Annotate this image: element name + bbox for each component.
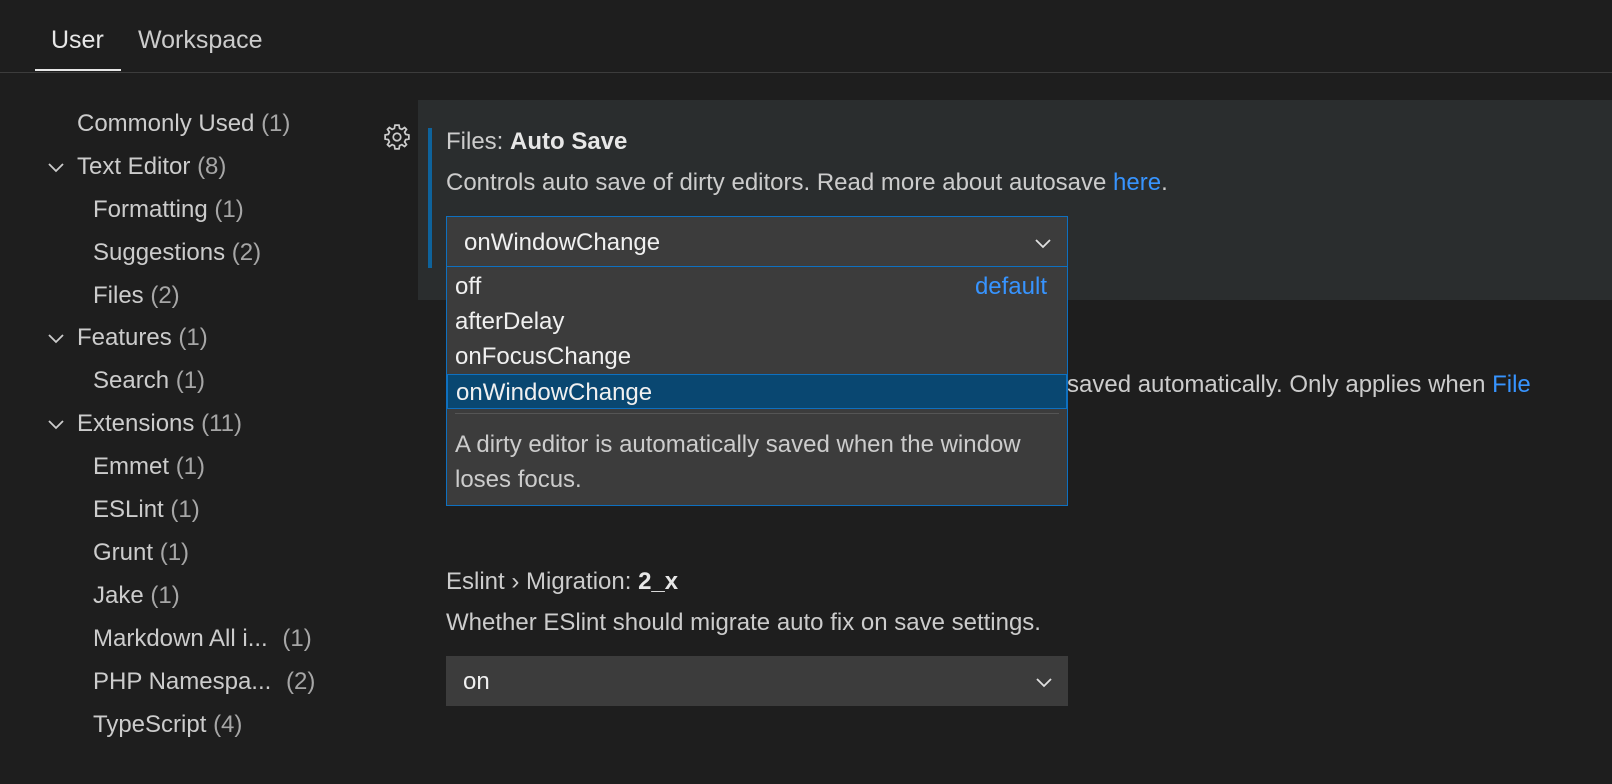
tab-user[interactable]: User — [51, 26, 104, 55]
setting-description-auto-save: Controls auto save of dirty editors. Rea… — [446, 169, 1168, 197]
toc-item-label: Formatting — [93, 196, 208, 223]
toc-item-count: (1) — [159, 539, 190, 566]
auto-save-dropdown: off default afterDelay onFocusChange onW… — [446, 266, 1068, 506]
toc-item-count: (1) — [261, 110, 291, 137]
toc-item-count: (2) — [150, 282, 180, 309]
focus-indicator — [428, 128, 432, 268]
option-label: afterDelay — [455, 308, 565, 335]
toc-item-count: (11) — [201, 410, 242, 437]
toc-item-search[interactable]: Search (1) — [93, 367, 205, 395]
toc-item-label: TypeScript — [93, 711, 207, 738]
toc-item-jake[interactable]: Jake (1) — [93, 582, 180, 610]
partial-description-text: saved automatically. Only applies when — [1067, 371, 1493, 398]
chevron-down-icon — [1035, 239, 1051, 249]
toc-item-count: (2) — [231, 239, 262, 266]
toc-item-label: Jake — [93, 582, 144, 609]
setting-description-partial: saved automatically. Only applies when F… — [1067, 371, 1531, 399]
dropdown-option-on-focus-change[interactable]: onFocusChange — [447, 339, 1067, 374]
toc-item-formatting[interactable]: Formatting (1) — [93, 196, 244, 224]
toc-item-count: (4) — [213, 711, 243, 738]
option-label: off — [455, 273, 482, 300]
toc-item-label: Search — [93, 367, 170, 394]
dropdown-option-after-delay[interactable]: afterDelay — [447, 304, 1067, 339]
toc-item-label: Extensions — [77, 410, 195, 437]
default-badge: default — [974, 273, 1047, 300]
setting-category: Eslint › Migration: — [446, 568, 639, 595]
toc-item-files[interactable]: Files (2) — [93, 282, 180, 310]
auto-save-select-value: onWindowChange — [464, 229, 661, 256]
settings-scope-tabs: User Workspace — [0, 0, 1612, 73]
toc-item-count: (1) — [178, 324, 208, 351]
option-description: A dirty editor is automatically saved wh… — [455, 431, 1021, 493]
setting-category: Files: — [446, 128, 511, 155]
toc-item-label: Grunt — [93, 539, 154, 566]
description-period: . — [1161, 169, 1168, 196]
toc-item-commonly-used[interactable]: Commonly Used (1) — [77, 110, 290, 138]
toc-item-label: ESLint — [93, 496, 164, 523]
setting-title-auto-save: Files: Auto Save — [446, 128, 627, 156]
option-label: onWindowChange — [456, 379, 653, 406]
auto-save-select[interactable]: onWindowChange — [446, 216, 1068, 268]
toc-item-suggestions[interactable]: Suggestions (2) — [93, 239, 261, 267]
toc-item-count: (1) — [175, 367, 206, 394]
toc-item-count: (1) — [282, 625, 312, 652]
toc-item-label: Suggestions — [93, 239, 226, 266]
gear-icon[interactable] — [382, 122, 412, 152]
setting-name: 2_x — [638, 568, 679, 595]
toc-item-text-editor[interactable]: Text Editor (8) — [77, 153, 226, 181]
toc-item-label: Commonly Used — [77, 110, 255, 137]
toc-item-count: (1) — [150, 582, 180, 609]
tab-workspace[interactable]: Workspace — [138, 26, 263, 55]
toc-item-extensions[interactable]: Extensions (11) — [77, 410, 242, 438]
chevron-down-icon[interactable] — [46, 414, 66, 434]
toc-item-eslint[interactable]: ESLint (1) — [93, 496, 200, 524]
active-tab-indicator — [35, 69, 121, 71]
toc-item-count: (1) — [170, 496, 200, 523]
toc-item-label: Markdown All i... — [93, 625, 268, 652]
toc-item-label: Features — [77, 324, 172, 351]
dropdown-option-off[interactable]: off default — [447, 269, 1067, 304]
eslint-migration-select[interactable]: on — [446, 656, 1068, 706]
files-setting-link[interactable]: File — [1492, 371, 1531, 398]
eslint-migration-select-value: on — [463, 668, 490, 695]
setting-name: Auto Save — [510, 128, 628, 155]
autosave-docs-link[interactable]: here — [1113, 169, 1161, 196]
setting-description-text: Controls auto save of dirty editors. Rea… — [446, 169, 1114, 196]
toc-item-emmet[interactable]: Emmet (1) — [93, 453, 205, 481]
option-description-divider — [455, 413, 1059, 414]
chevron-down-icon — [1036, 678, 1052, 688]
toc-item-count: (2) — [285, 668, 316, 695]
toc-item-label: Emmet — [93, 453, 170, 480]
toc-item-count: (1) — [175, 453, 206, 480]
toc-item-label: PHP Namespa... — [93, 668, 272, 695]
option-label: onFocusChange — [455, 343, 632, 370]
toc-item-label: Files — [93, 282, 144, 309]
toc-item-php-namespace[interactable]: PHP Namespa... (2) — [93, 668, 315, 696]
toc-item-count: (8) — [197, 153, 227, 180]
setting-title-eslint-migration: Eslint › Migration: 2_x — [446, 568, 678, 596]
toc-item-grunt[interactable]: Grunt (1) — [93, 539, 189, 567]
setting-description-eslint-migration: Whether ESlint should migrate auto fix o… — [446, 609, 1041, 636]
toc-item-label: Text Editor — [77, 153, 191, 180]
chevron-down-icon[interactable] — [46, 328, 66, 348]
chevron-down-icon[interactable] — [46, 157, 66, 177]
toc-item-features[interactable]: Features (1) — [77, 324, 208, 352]
toc-item-markdown-all-in-one[interactable]: Markdown All i... (1) — [93, 625, 312, 653]
dropdown-option-on-window-change[interactable]: onWindowChange — [447, 374, 1067, 409]
toc-item-typescript[interactable]: TypeScript (4) — [93, 711, 242, 739]
toc-item-count: (1) — [214, 196, 244, 223]
